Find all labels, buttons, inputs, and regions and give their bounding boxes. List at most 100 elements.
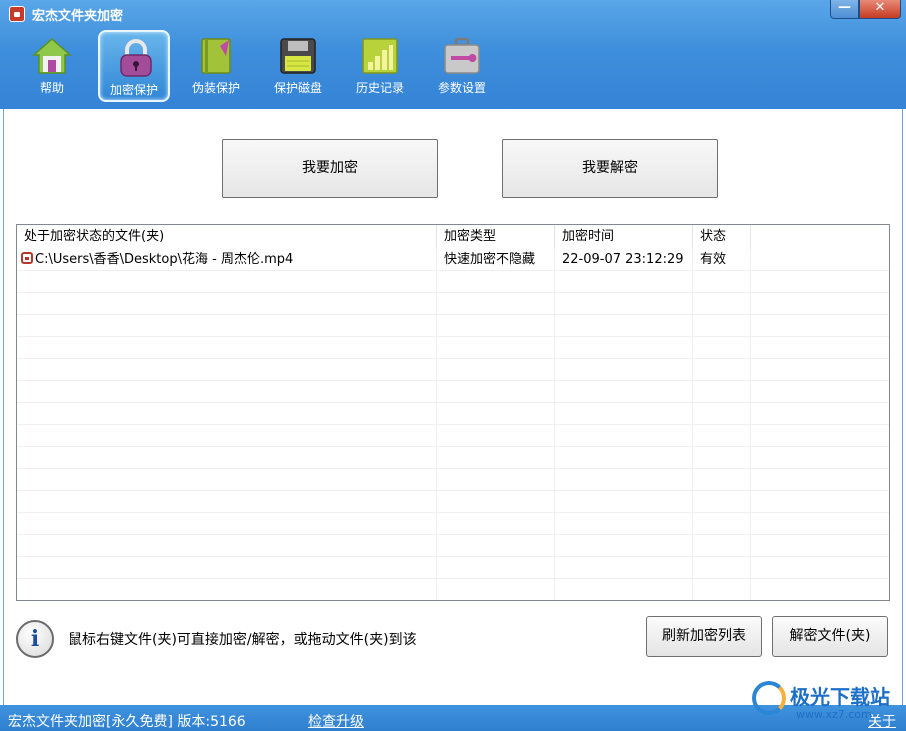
cell-status: 有效 <box>693 249 751 271</box>
empty-cell <box>693 557 751 579</box>
cell-type: 快速加密不隐藏 <box>437 249 555 271</box>
app-lock-icon <box>9 6 25 22</box>
empty-cell <box>555 425 693 447</box>
column-header-time[interactable]: 加密时间 <box>555 225 693 249</box>
empty-cell <box>437 557 555 579</box>
empty-cell <box>17 557 437 579</box>
file-path: C:\Users\香香\Desktop\花海 - 周杰伦.mp4 <box>35 252 294 267</box>
tool-settings-label: 参数设置 <box>437 81 486 95</box>
empty-cell <box>17 425 437 447</box>
column-header-type[interactable]: 加密类型 <box>437 225 555 249</box>
empty-cell <box>437 271 555 293</box>
empty-cell <box>17 403 437 425</box>
empty-cell <box>437 425 555 447</box>
encrypt-button[interactable]: 我要加密 <box>222 139 438 198</box>
tool-protect-disk[interactable]: 保护磁盘 <box>262 30 334 102</box>
tool-history[interactable]: 历史记录 <box>344 30 416 102</box>
empty-row <box>17 579 889 600</box>
empty-cell <box>693 271 751 293</box>
empty-cell <box>555 293 693 315</box>
empty-cell <box>437 315 555 337</box>
lock-icon <box>120 39 152 77</box>
watermark-logo-icon <box>752 681 786 715</box>
cell-path: C:\Users\香香\Desktop\花海 - 周杰伦.mp4 <box>17 249 437 271</box>
empty-row <box>17 469 889 491</box>
empty-cell <box>17 359 437 381</box>
empty-cell <box>693 535 751 557</box>
empty-cell <box>437 337 555 359</box>
empty-cell <box>693 579 751 600</box>
column-header-status[interactable]: 状态 <box>693 225 751 249</box>
empty-row <box>17 513 889 535</box>
empty-cell <box>693 403 751 425</box>
decrypt-button[interactable]: 我要解密 <box>502 139 718 198</box>
empty-row <box>17 557 889 579</box>
empty-row <box>17 425 889 447</box>
decrypt-folder-button[interactable]: 解密文件(夹) <box>772 616 888 657</box>
empty-cell <box>693 359 751 381</box>
empty-cell <box>437 469 555 491</box>
empty-cell <box>693 381 751 403</box>
empty-cell <box>555 535 693 557</box>
column-header-file[interactable]: 处于加密状态的文件(夹) <box>17 225 437 249</box>
empty-cell <box>555 491 693 513</box>
empty-cell <box>17 447 437 469</box>
empty-cell <box>555 469 693 491</box>
empty-cell <box>555 403 693 425</box>
empty-cell <box>555 315 693 337</box>
toolbox-icon <box>444 37 480 74</box>
empty-cell <box>17 315 437 337</box>
empty-cell <box>555 271 693 293</box>
notebook-icon <box>201 38 231 74</box>
empty-row <box>17 403 889 425</box>
empty-cell <box>555 447 693 469</box>
cell-time: 22-09-07 23:12:29 <box>555 249 693 271</box>
close-button[interactable]: ✕ <box>859 0 901 19</box>
file-lock-icon <box>21 252 33 264</box>
header-banner: 宏杰文件夹加密 — ✕ 帮助 加密保护 伪装保护 保护磁盘 历史记录 参数设置 <box>0 0 906 109</box>
minimize-button[interactable]: — <box>830 0 859 19</box>
empty-cell <box>17 381 437 403</box>
version-text: 宏杰文件夹加密[永久免费] 版本:5166 <box>8 714 246 730</box>
empty-row <box>17 535 889 557</box>
empty-cell <box>555 381 693 403</box>
empty-cell <box>17 513 437 535</box>
encrypted-files-table[interactable]: 处于加密状态的文件(夹) 加密类型 加密时间 状态 C:\Users\香香\De… <box>16 224 890 601</box>
window-title: 宏杰文件夹加密 <box>32 9 124 24</box>
empty-cell <box>555 513 693 535</box>
empty-cell <box>693 293 751 315</box>
empty-cell <box>17 293 437 315</box>
tool-encrypt-label: 加密保护 <box>109 83 158 97</box>
table-row[interactable]: C:\Users\香香\Desktop\花海 - 周杰伦.mp4 快速加密不隐藏… <box>17 249 889 271</box>
empty-cell <box>693 469 751 491</box>
empty-cell <box>555 359 693 381</box>
watermark-url: www.xz7.com <box>796 708 872 721</box>
empty-cell <box>437 535 555 557</box>
empty-cell <box>17 579 437 600</box>
floppy-disk-icon <box>280 38 316 74</box>
tool-help[interactable]: 帮助 <box>16 30 88 102</box>
hint-text: 鼠标右键文件(夹)可直接加密/解密，或拖动文件(夹)到该 <box>68 632 417 648</box>
empty-cell <box>693 491 751 513</box>
empty-cell <box>437 359 555 381</box>
empty-row <box>17 491 889 513</box>
empty-cell <box>555 579 693 600</box>
tool-disguise-protect[interactable]: 伪装保护 <box>180 30 252 102</box>
empty-row <box>17 293 889 315</box>
watermark: 极光下载站 www.xz7.com <box>746 677 906 727</box>
history-grid-icon <box>362 38 398 74</box>
tool-encrypt-protect[interactable]: 加密保护 <box>98 30 170 102</box>
watermark-text: 极光下载站 <box>790 685 890 709</box>
tool-help-label: 帮助 <box>39 81 64 95</box>
refresh-list-button[interactable]: 刷新加密列表 <box>646 616 762 657</box>
empty-cell <box>693 513 751 535</box>
empty-cell <box>693 447 751 469</box>
check-update-link[interactable]: 检查升级 <box>308 711 364 731</box>
tool-protect-disk-label: 保护磁盘 <box>273 81 322 95</box>
info-icon: i <box>16 620 54 658</box>
empty-row <box>17 359 889 381</box>
empty-cell <box>437 491 555 513</box>
tool-settings[interactable]: 参数设置 <box>426 30 498 102</box>
empty-cell <box>693 315 751 337</box>
empty-cell <box>693 337 751 359</box>
